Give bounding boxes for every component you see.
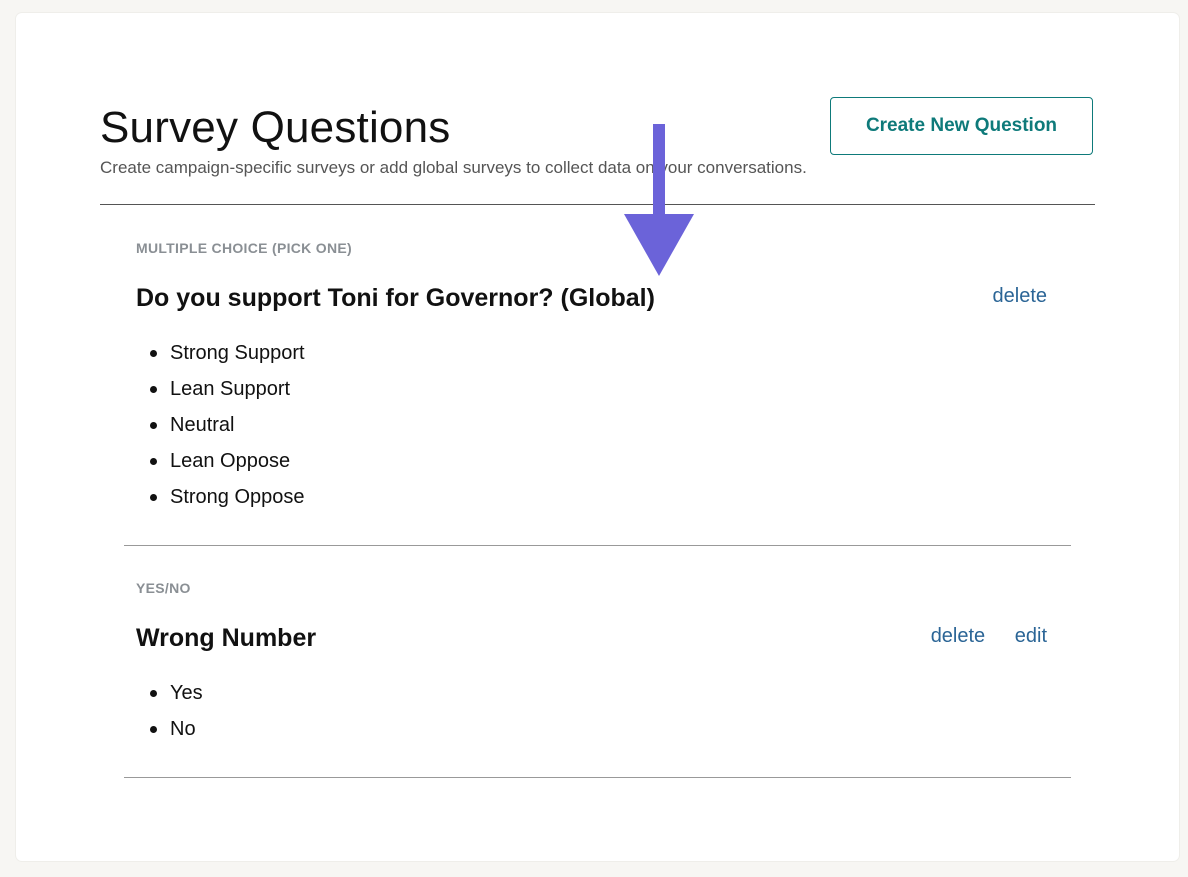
option-item: Strong Oppose [150,479,1071,515]
survey-card: Survey Questions Create campaign-specifi… [16,13,1179,861]
create-new-question-button[interactable]: Create New Question [830,97,1093,155]
question-header: Do you support Toni for Governor? (Globa… [124,283,1071,313]
header-divider [100,204,1095,205]
delete-link[interactable]: delete [993,285,1048,307]
option-list: Strong Support Lean Support Neutral Lean… [124,335,1071,515]
question-type: MULTIPLE CHOICE (PICK ONE) [136,240,352,256]
bullet-icon [150,386,157,393]
down-arrow-icon [624,124,694,276]
option-label: Neutral [170,414,235,436]
option-item: Neutral [150,407,1071,443]
bullet-icon [150,494,157,501]
bullet-icon [150,350,157,357]
bullet-icon [150,458,157,465]
question-item: MULTIPLE CHOICE (PICK ONE) Do you suppor… [124,239,1071,515]
option-item: Lean Oppose [150,443,1071,479]
option-label: Strong Oppose [170,486,305,508]
question-item: YES/NO Wrong Number delete edit Yes No [124,579,1071,747]
question-actions: delete [969,283,1048,309]
question-divider [124,545,1071,546]
question-actions: delete edit [907,623,1047,649]
page-subtitle: Create campaign-specific surveys or add … [100,158,807,177]
option-label: Lean Oppose [170,450,291,472]
bullet-icon [150,422,157,429]
option-label: Lean Support [170,378,291,400]
option-label: Yes [170,682,203,704]
option-item: Yes [150,675,1071,711]
option-item: Strong Support [150,335,1071,371]
option-list: Yes No [124,675,1071,747]
option-label: Strong Support [170,342,305,364]
delete-link[interactable]: delete [931,625,986,647]
edit-link[interactable]: edit [1015,625,1047,647]
question-divider [124,777,1071,778]
option-item: Lean Support [150,371,1071,407]
bullet-icon [150,690,157,697]
option-item: No [150,711,1071,747]
question-title: Do you support Toni for Governor? (Globa… [136,284,655,312]
question-title: Wrong Number [136,624,317,652]
question-header: Wrong Number delete edit [124,623,1071,653]
question-type: YES/NO [136,580,191,596]
bullet-icon [150,726,157,733]
option-label: No [170,718,196,740]
